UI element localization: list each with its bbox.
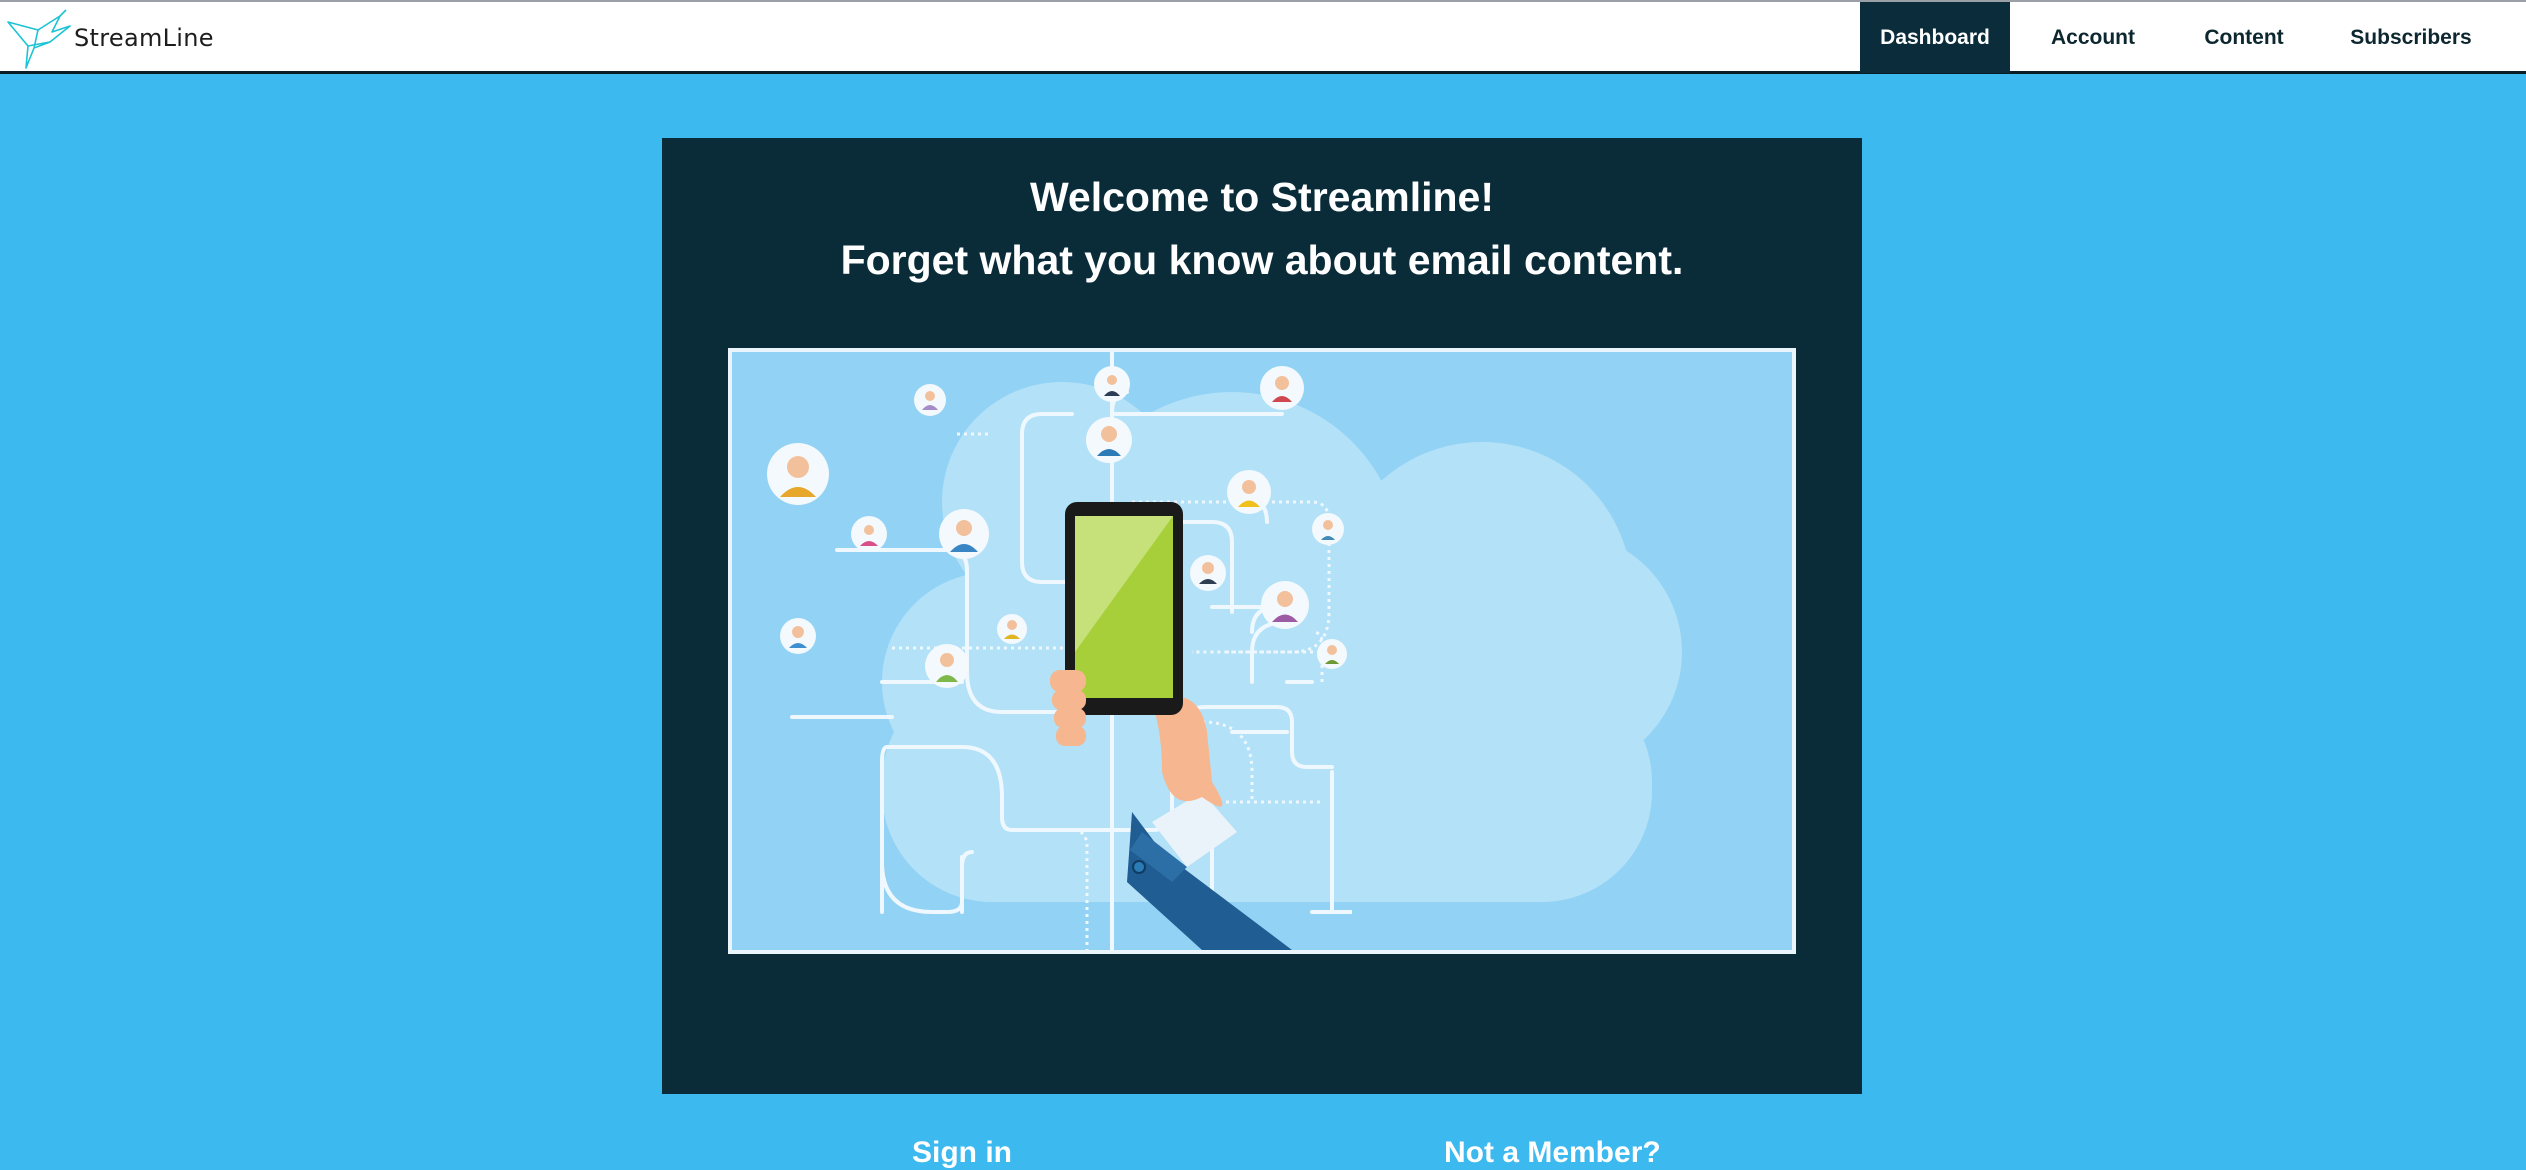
welcome-card: Welcome to Streamline! Forget what you k… (662, 138, 1862, 1169)
brand-logo[interactable]: StreamLine (4, 8, 214, 70)
welcome-subtitle: Forget what you know about email content… (840, 237, 1684, 283)
network-illustration (732, 352, 1792, 950)
brand-name: StreamLine (74, 24, 214, 52)
nav-account[interactable]: Account (2010, 2, 2176, 73)
top-navbar: StreamLine Dashboard Account Content Sub… (0, 0, 2526, 74)
sign-in-link[interactable]: Sign in (912, 1136, 1012, 1170)
hummingbird-icon (7, 9, 71, 69)
hero-illustration (728, 348, 1796, 954)
not-a-member-link[interactable]: Not a Member? (1444, 1136, 1661, 1170)
welcome-title: Welcome to Streamline! (1029, 174, 1495, 220)
nav-dashboard[interactable]: Dashboard (1860, 2, 2010, 73)
nav-subscribers[interactable]: Subscribers (2312, 2, 2510, 73)
nav-content[interactable]: Content (2176, 2, 2312, 73)
nav-menu: Dashboard Account Content Subscribers (1860, 2, 2510, 73)
